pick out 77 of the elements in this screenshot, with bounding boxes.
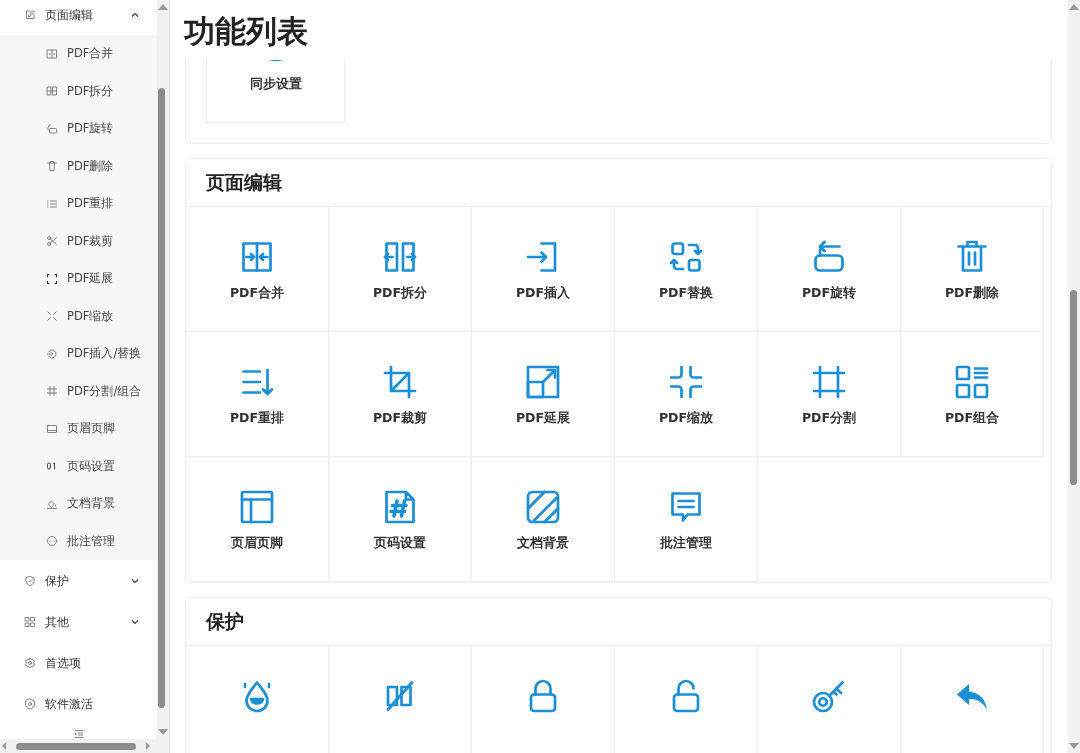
merge-icon <box>239 239 275 275</box>
sidebar-item[interactable]: 页眉页脚 <box>0 410 157 448</box>
shield-icon <box>24 574 36 587</box>
feature-tile[interactable]: 页眉页脚 <box>186 457 329 582</box>
rotate-icon <box>811 239 847 275</box>
feature-tile[interactable]: PDF组合 <box>901 332 1044 457</box>
sidebar-item[interactable]: PDF缩放 <box>0 297 157 335</box>
rotate-icon <box>46 122 58 135</box>
sidebar-item[interactable]: 首选项 <box>0 642 157 683</box>
feature-tile[interactable]: PDF延展 <box>472 332 615 457</box>
sidebar-item[interactable]: 页码设置 <box>0 447 157 485</box>
list-icon <box>46 197 58 210</box>
scroll-right-icon[interactable] <box>144 741 152 751</box>
feature-tile[interactable]: PDF删除 <box>901 207 1044 332</box>
sidebar-item[interactable]: 保护 <box>0 560 157 601</box>
feature-tile[interactable]: 同步设置 <box>206 60 345 123</box>
feature-tile[interactable]: 文档背景 <box>472 457 615 582</box>
stripes-icon <box>525 489 561 525</box>
comment-icon <box>46 535 58 548</box>
crop-icon <box>382 364 418 400</box>
scrollbar[interactable] <box>1068 0 1080 753</box>
feature-tile[interactable]: PDF替换 <box>615 207 758 332</box>
sidebar-item[interactable]: 其他 <box>0 601 157 642</box>
sidebar-item[interactable]: PDF插入/替换 <box>0 335 157 373</box>
feature-tile[interactable]: PDF重排 <box>186 332 329 457</box>
sidebar-item[interactable]: 文档背景 <box>0 485 157 523</box>
trash-icon <box>46 160 58 173</box>
grid-icon <box>24 615 36 628</box>
frame-icon <box>811 364 847 400</box>
horizontal-scrollbar[interactable] <box>0 739 169 753</box>
header-footer-icon <box>46 422 58 435</box>
feature-tile[interactable]: 页码设置 <box>329 457 472 582</box>
hash-file-icon <box>382 489 418 525</box>
sidebar-item[interactable]: PDF重排 <box>0 185 157 223</box>
sidebar-item[interactable]: PDF合并 <box>0 35 157 73</box>
sidebar-item[interactable]: 软件激活 <box>0 683 157 724</box>
feature-tile[interactable]: PDF合并 <box>186 207 329 332</box>
page-title: 功能列表 <box>183 12 309 51</box>
feature-tile[interactable]: PDF拆分 <box>329 207 472 332</box>
comment-icon <box>668 489 704 525</box>
paint-bucket-icon <box>46 497 58 510</box>
sidebar-item[interactable]: PDF延展 <box>0 260 157 298</box>
split-icon <box>382 239 418 275</box>
collapse-icon <box>72 728 85 739</box>
expand-icon <box>46 272 58 285</box>
sidebar-item[interactable]: 页面编辑 <box>0 0 157 35</box>
feature-tile[interactable]: PDF缩放 <box>615 332 758 457</box>
shield-icon <box>24 697 36 710</box>
merge-icon <box>46 47 58 60</box>
extend-icon <box>525 364 561 400</box>
feature-tile[interactable]: PDF裁剪 <box>329 332 472 457</box>
sidebar-item[interactable]: PDF裁剪 <box>0 222 157 260</box>
feature-tile[interactable]: PDF旋转 <box>758 207 901 332</box>
edit-icon <box>24 8 36 21</box>
trash-icon <box>954 239 990 275</box>
sidebar-item[interactable]: 批注管理 <box>0 522 157 560</box>
sidebar-item[interactable]: PDF分割/组合 <box>0 372 157 410</box>
hash-icon <box>46 385 58 398</box>
scrollbar[interactable] <box>157 0 169 739</box>
insert-icon <box>46 347 58 360</box>
sidebar-item[interactable]: PDF旋转 <box>0 110 157 148</box>
feature-tile[interactable]: PDF插入 <box>472 207 615 332</box>
layout-icon <box>954 364 990 400</box>
sidebar-item[interactable]: PDF拆分 <box>0 72 157 110</box>
shrink-icon <box>46 310 58 323</box>
scroll-left-icon[interactable] <box>0 741 8 751</box>
feature-tile[interactable]: 批注管理 <box>615 457 758 582</box>
swap-icon <box>668 239 704 275</box>
number-icon <box>46 460 58 473</box>
settings-icon <box>24 656 36 669</box>
split-icon <box>46 85 58 98</box>
shrink-icon <box>668 364 704 400</box>
layout-icon <box>239 489 275 525</box>
sidebar-item[interactable]: PDF删除 <box>0 147 157 185</box>
key-icon <box>811 678 847 714</box>
scissors-icon <box>46 235 58 248</box>
feature-tile[interactable]: PDF分割 <box>758 332 901 457</box>
